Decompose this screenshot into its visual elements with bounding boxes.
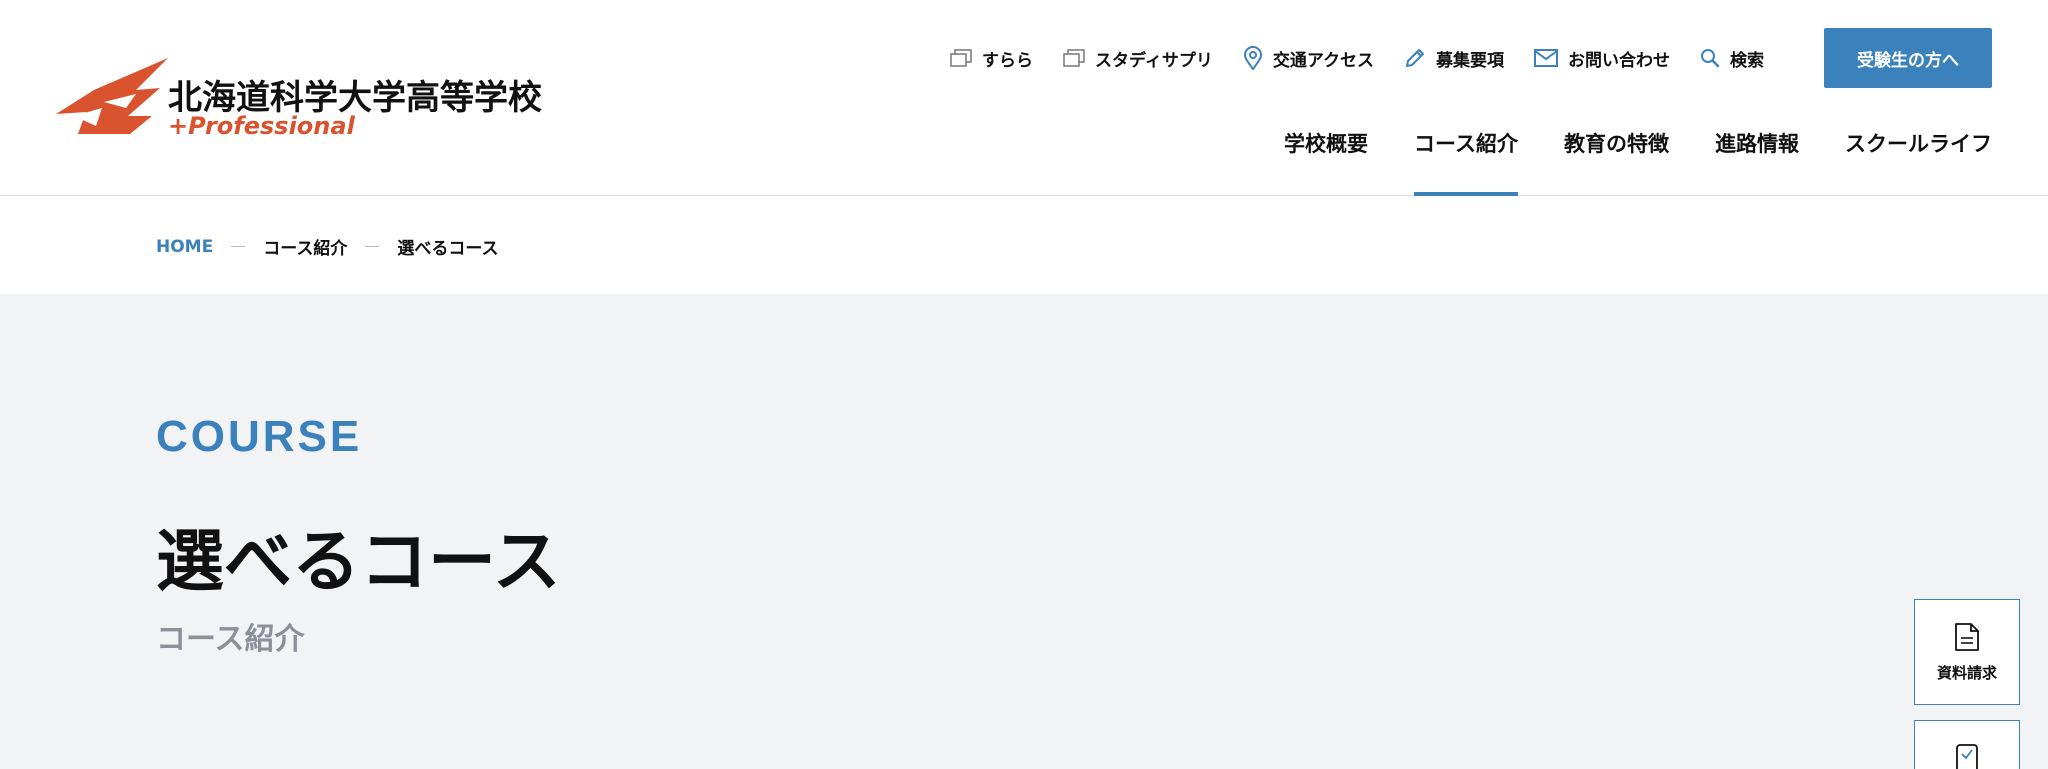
map-pin-icon [1243,46,1262,70]
util-contact-label: お問い合わせ [1568,50,1670,71]
util-search-link[interactable]: 検索 [1700,46,1764,71]
mail-icon [1534,49,1558,67]
breadcrumb-separator [365,246,380,247]
nav-school-overview[interactable]: 学校概要 [1284,128,1368,196]
request-materials-label: 資料請求 [1936,664,1997,682]
request-materials-button[interactable]: 資料請求 [1914,599,2020,705]
school-tagline: +Professional [168,112,355,140]
util-access-link[interactable]: 交通アクセス [1243,46,1374,71]
nav-school-life[interactable]: スクールライフ [1845,128,1992,196]
window-icon [950,49,972,67]
phone-check-icon [1956,744,1978,769]
utility-nav: すらら スタディサプリ 交通アクセス 募集要項 お問い合わせ 検索 [950,40,1764,76]
breadcrumb-current: 選べるコース [397,239,499,259]
prospective-students-button[interactable]: 受験生の方へ [1824,28,1992,88]
util-surara-label: すらら [982,50,1034,71]
wing-logo-icon [56,58,168,134]
util-studysapuri-label: スタディサプリ [1095,50,1213,71]
site-header: 北海道科学大学高等学校 +Professional すらら スタディサプリ 交通… [0,0,2048,196]
nav-career-info[interactable]: 進路情報 [1715,128,1799,196]
window-icon [1063,49,1085,67]
util-surara-link[interactable]: すらら [950,46,1033,71]
util-admission-link[interactable]: 募集要項 [1404,46,1504,71]
breadcrumb: HOME コース紹介 選べるコース [156,234,499,260]
pencil-icon [1406,49,1424,67]
site-logo[interactable]: 北海道科学大学高等学校 +Professional [56,50,556,150]
util-admission-label: 募集要項 [1436,50,1504,71]
search-icon [1701,49,1720,68]
util-search-label: 検索 [1730,50,1764,71]
nav-education-features[interactable]: 教育の特徴 [1564,128,1669,196]
section-eyebrow: COURSE [156,412,363,461]
util-access-label: 交通アクセス [1272,50,1374,71]
side-phone-button[interactable] [1914,720,2020,769]
document-icon [1955,623,1979,651]
breadcrumb-parent[interactable]: コース紹介 [263,234,347,259]
util-contact-link[interactable]: お問い合わせ [1534,46,1670,71]
page-hero: COURSE 選べるコース コース紹介 [0,294,2048,769]
page-title: 選べるコース [156,523,561,602]
util-studysapuri-link[interactable]: スタディサプリ [1063,46,1213,71]
main-nav: 学校概要 コース紹介 教育の特徴 進路情報 スクールライフ [1284,128,1992,196]
page-subtitle: コース紹介 [156,622,305,657]
breadcrumb-home[interactable]: HOME [156,237,213,257]
breadcrumb-separator [231,246,246,247]
nav-course-intro[interactable]: コース紹介 [1414,128,1518,196]
